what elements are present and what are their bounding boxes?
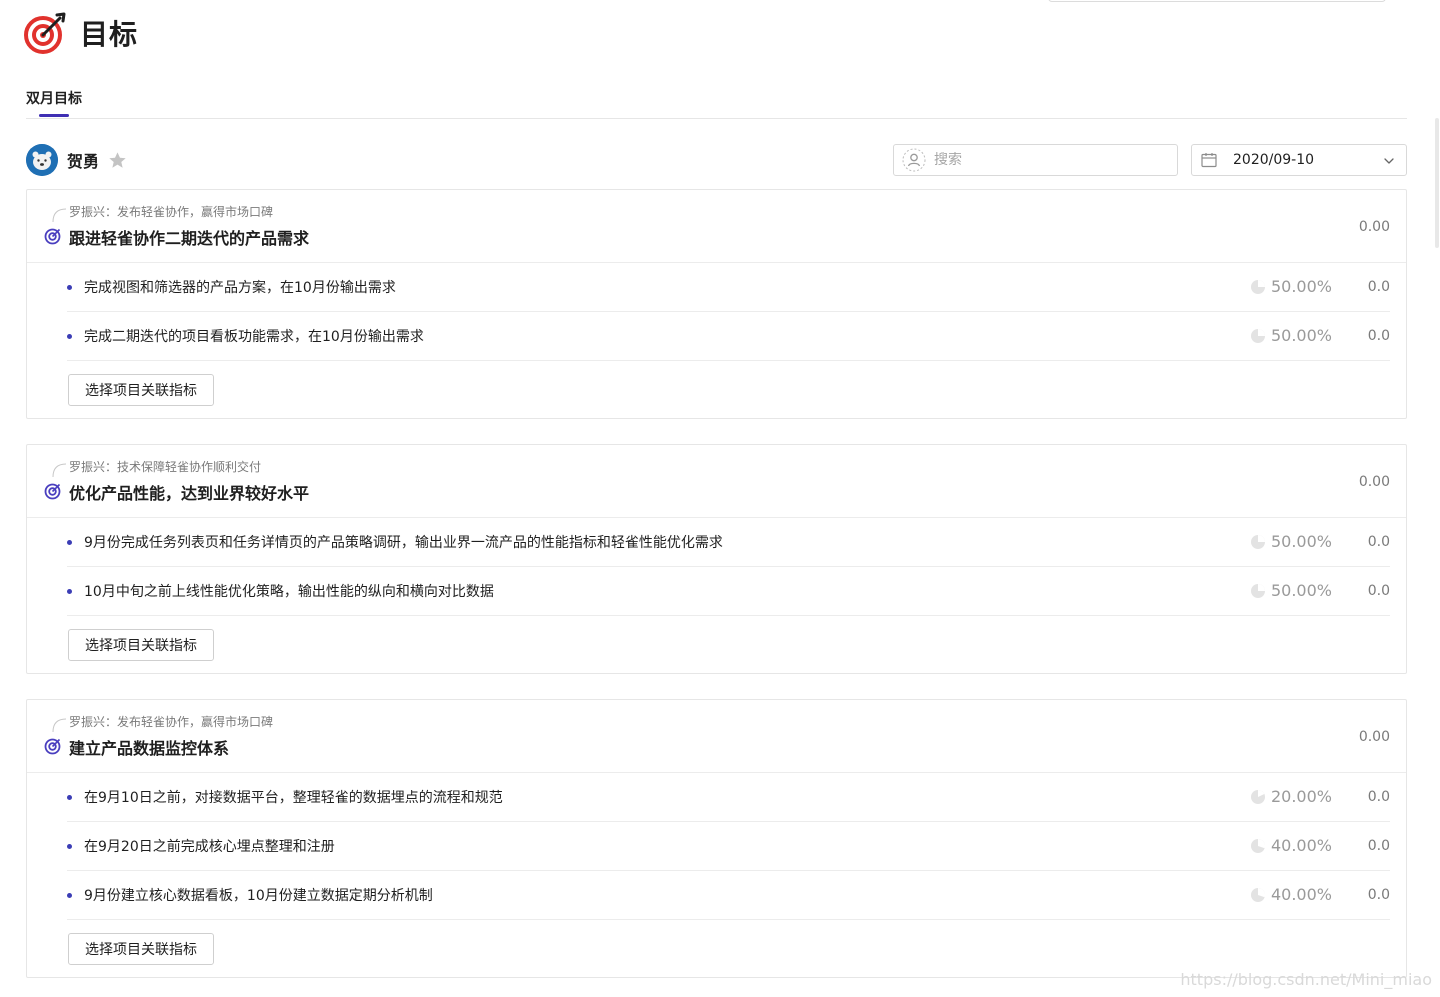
active-tab-indicator (39, 114, 69, 117)
page-header: 目标 (24, 10, 138, 56)
bullet-dot (67, 892, 72, 898)
goal-title[interactable]: 优化产品性能，达到业界较好水平 (69, 480, 309, 504)
key-result-progress: 40.00% (1270, 885, 1332, 904)
star-icon[interactable] (108, 151, 127, 170)
key-result-score: 0.0 (1367, 887, 1390, 903)
bullet-dot (67, 539, 72, 545)
target-logo-icon (24, 12, 66, 54)
key-result-score: 0.0 (1367, 279, 1390, 295)
parent-goal[interactable]: 罗振兴：发布轻雀协作，赢得市场口碑 (69, 713, 273, 730)
goal-header: 罗振兴：技术保障轻雀协作顺利交付 优化产品性能，达到业界较好水平 0.00 (27, 445, 1406, 518)
user-row: 贺勇 (26, 144, 127, 176)
search-input[interactable] (934, 152, 1164, 168)
user-filter-icon (902, 148, 926, 172)
clipped-top-field (1048, 0, 1386, 2)
goal-score: 0.00 (1358, 219, 1390, 235)
progress-pie-icon (1251, 329, 1265, 343)
progress-pie-icon (1251, 280, 1265, 294)
search-box[interactable] (893, 144, 1178, 176)
key-result-list: 9月份完成任务列表页和任务详情页的产品策略调研，输出业界一流产品的性能指标和轻雀… (27, 518, 1406, 616)
target-icon (44, 228, 61, 245)
key-result-progress: 20.00% (1270, 787, 1332, 806)
progress-pie-icon (1251, 887, 1266, 902)
date-value: 2020/09-10 (1233, 152, 1315, 168)
goal-score: 0.00 (1358, 729, 1390, 745)
chevron-down-icon (1384, 158, 1394, 164)
key-result-row[interactable]: 完成视图和筛选器的产品方案，在10月份输出需求 50.00% 0.0 (67, 263, 1390, 312)
key-result-row[interactable]: 完成二期迭代的项目看板功能需求，在10月份输出需求 50.00% 0.0 (67, 312, 1390, 361)
user-name: 贺勇 (67, 152, 100, 171)
key-result-row[interactable]: 9月份完成任务列表页和任务详情页的产品策略调研，输出业界一流产品的性能指标和轻雀… (67, 518, 1390, 567)
goal-title[interactable]: 建立产品数据监控体系 (69, 735, 229, 759)
date-picker[interactable]: 2020/09-10 (1191, 144, 1407, 176)
bullet-dot (67, 333, 72, 339)
goal-title[interactable]: 跟进轻雀协作二期迭代的产品需求 (69, 225, 309, 249)
goal-card: 罗振兴：发布轻雀协作，赢得市场口碑 建立产品数据监控体系 0.00 在9月10日… (26, 699, 1407, 978)
key-result-text: 完成视图和筛选器的产品方案，在10月份输出需求 (84, 280, 396, 296)
key-result-progress: 50.00% (1270, 532, 1332, 551)
key-result-progress: 50.00% (1270, 277, 1332, 296)
key-result-score: 0.0 (1367, 789, 1390, 805)
tab-bimonthly-goals[interactable]: 双月目标 (26, 88, 82, 108)
select-related-metric-button[interactable]: 选择项目关联指标 (68, 629, 214, 661)
key-result-score: 0.0 (1367, 583, 1390, 599)
goal-card: 罗振兴：技术保障轻雀协作顺利交付 优化产品性能，达到业界较好水平 0.00 9月… (26, 444, 1407, 674)
key-result-text: 在9月10日之前，对接数据平台，整理轻雀的数据埋点的流程和规范 (84, 790, 503, 806)
key-result-text: 在9月20日之前完成核心埋点整理和注册 (84, 839, 335, 855)
parent-goal[interactable]: 罗振兴：发布轻雀协作，赢得市场口碑 (69, 203, 273, 220)
goal-header: 罗振兴：发布轻雀协作，赢得市场口碑 建立产品数据监控体系 0.00 (27, 700, 1406, 773)
key-result-score: 0.0 (1367, 534, 1390, 550)
bullet-dot (67, 843, 72, 849)
key-result-text: 9月份建立核心数据看板，10月份建立数据定期分析机制 (84, 888, 433, 904)
target-icon (44, 738, 61, 755)
key-result-text: 10月中旬之前上线性能优化策略，输出性能的纵向和横向对比数据 (84, 584, 494, 600)
key-result-row[interactable]: 在9月20日之前完成核心埋点整理和注册 40.00% 0.0 (67, 822, 1390, 871)
page-title: 目标 (80, 18, 139, 51)
bullet-dot (67, 794, 72, 800)
watermark: https://blog.csdn.net/Mini_miao (1180, 970, 1432, 989)
avatar[interactable] (26, 144, 58, 176)
bullet-dot (67, 284, 72, 290)
goal-score: 0.00 (1358, 474, 1390, 490)
scrollbar[interactable] (1434, 118, 1440, 248)
key-result-row[interactable]: 10月中旬之前上线性能优化策略，输出性能的纵向和横向对比数据 50.00% 0.… (67, 567, 1390, 616)
key-result-text: 完成二期迭代的项目看板功能需求，在10月份输出需求 (84, 329, 424, 345)
key-result-score: 0.0 (1367, 838, 1390, 854)
goal-header: 罗振兴：发布轻雀协作，赢得市场口碑 跟进轻雀协作二期迭代的产品需求 0.00 (27, 190, 1406, 263)
key-result-list: 完成视图和筛选器的产品方案，在10月份输出需求 50.00% 0.0 完成二期迭… (27, 263, 1406, 361)
parent-goal[interactable]: 罗振兴：技术保障轻雀协作顺利交付 (69, 458, 261, 475)
key-result-row[interactable]: 在9月10日之前，对接数据平台，整理轻雀的数据埋点的流程和规范 20.00% 0… (67, 773, 1390, 822)
select-related-metric-button[interactable]: 选择项目关联指标 (68, 933, 214, 965)
target-icon (44, 483, 61, 500)
bullet-dot (67, 588, 72, 594)
select-related-metric-button[interactable]: 选择项目关联指标 (68, 374, 214, 406)
progress-pie-icon (1251, 535, 1265, 549)
key-result-score: 0.0 (1367, 328, 1390, 344)
key-result-list: 在9月10日之前，对接数据平台，整理轻雀的数据埋点的流程和规范 20.00% 0… (27, 773, 1406, 920)
bear-avatar-icon (26, 144, 58, 176)
key-result-row[interactable]: 9月份建立核心数据看板，10月份建立数据定期分析机制 40.00% 0.0 (67, 871, 1390, 920)
key-result-text: 9月份完成任务列表页和任务详情页的产品策略调研，输出业界一流产品的性能指标和轻雀… (84, 535, 723, 551)
progress-pie-icon (1251, 790, 1265, 804)
tab-bar: 双月目标 (26, 84, 1407, 119)
key-result-progress: 40.00% (1270, 836, 1332, 855)
calendar-icon (1201, 153, 1217, 168)
progress-pie-icon (1251, 584, 1265, 598)
goal-card: 罗振兴：发布轻雀协作，赢得市场口碑 跟进轻雀协作二期迭代的产品需求 0.00 完… (26, 189, 1407, 419)
key-result-progress: 50.00% (1270, 326, 1332, 345)
progress-pie-icon (1251, 838, 1266, 853)
key-result-progress: 50.00% (1270, 581, 1332, 600)
